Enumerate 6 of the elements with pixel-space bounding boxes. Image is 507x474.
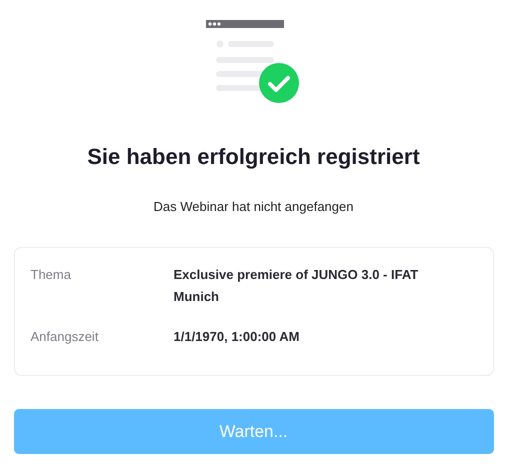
detail-value: Exclusive premiere of JUNGO 3.0 - IFAT Munich [174,266,420,306]
success-title: Sie haben erfolgreich registriert [87,144,420,170]
detail-label: Thema [30,266,72,284]
status-text: Das Webinar hat nicht angefangen [154,199,354,214]
detail-value: 1/1/1970, 1:00:00 AM [174,328,300,346]
detail-label: Anfangszeit [30,328,100,346]
